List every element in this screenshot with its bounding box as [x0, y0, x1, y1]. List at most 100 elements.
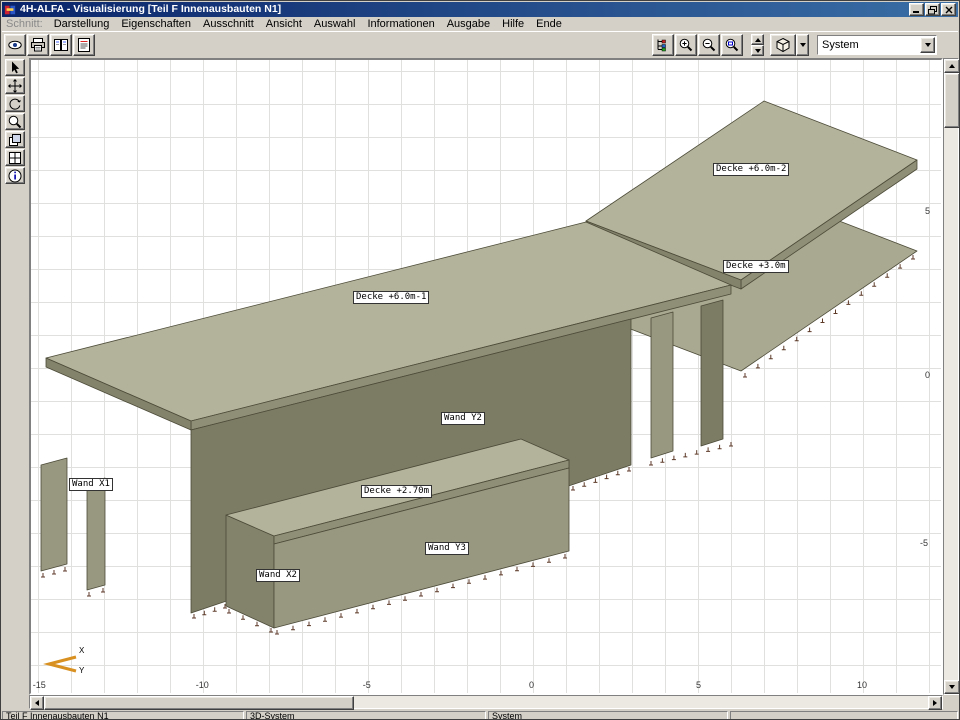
menu-item-ausgabe[interactable]: Ausgabe [441, 18, 496, 30]
rotate-icon [7, 96, 23, 112]
model-label: Wand Y3 [425, 542, 469, 555]
down-arrow-icon [755, 49, 761, 53]
wall-x1-face-2[interactable] [87, 478, 105, 590]
book-icon-button[interactable] [50, 34, 72, 56]
pan-icon [7, 78, 23, 94]
toolbar-left-group [4, 34, 95, 56]
side-tool-bar [2, 58, 29, 695]
grid-icon-button[interactable] [5, 149, 25, 166]
pier-wall-2[interactable] [701, 300, 723, 446]
dropdown-arrow-icon [925, 43, 931, 47]
report-icon [76, 37, 92, 53]
bottom-ruler-number: -5 [363, 680, 371, 690]
zoom-in-icon [678, 37, 694, 53]
restore-icon [927, 5, 938, 15]
spin-up-button[interactable] [751, 34, 764, 45]
status-bar: Teil F Innenausbauten N1 3D-System Syste… [2, 710, 958, 720]
spin-down-button[interactable] [751, 45, 764, 56]
model-label: Wand X2 [256, 569, 300, 582]
menu-item-ende[interactable]: Ende [530, 18, 568, 30]
horizontal-scroll-thumb[interactable] [44, 696, 354, 710]
layers-icon [7, 132, 23, 148]
pier-wall-1[interactable] [651, 312, 673, 458]
pointer-icon-button[interactable] [5, 59, 25, 76]
status-field-view: System [488, 711, 728, 720]
window-title: 4H-ALFA - Visualisierung [Teil F Innenau… [20, 2, 281, 17]
system-combobox-value: System [822, 39, 859, 51]
down-arrow-icon [949, 685, 955, 689]
minimize-button[interactable] [909, 3, 924, 16]
system-combobox[interactable]: System [817, 35, 937, 55]
bottom-ruler-number: 5 [696, 680, 701, 690]
structure-icon [655, 37, 671, 53]
app-window: 4H-ALFA - Visualisierung [Teil F Innenau… [0, 0, 960, 720]
report-icon-button[interactable] [73, 34, 95, 56]
menu-item-eigenschaften[interactable]: Eigenschaften [115, 18, 197, 30]
wall-x1-face-1[interactable] [41, 458, 67, 571]
pan-icon-button[interactable] [5, 77, 25, 94]
eye-icon [7, 37, 23, 53]
bottom-ruler-number: -15 [33, 680, 46, 690]
axis-indicator-arrow [49, 657, 76, 671]
menu-item-informationen[interactable]: Informationen [361, 18, 440, 30]
axonometry-view-button[interactable] [770, 34, 796, 56]
view-spinner [751, 34, 764, 56]
model-label: Decke +2.70m [361, 485, 432, 498]
right-ruler-number: 0 [925, 370, 930, 380]
drawing-canvas[interactable]: X Y Decke +6.0m-2Decke +3.0mDecke +6.0m-… [31, 60, 941, 693]
view-dropdown-button[interactable] [796, 34, 809, 56]
status-field-empty [730, 711, 958, 720]
up-arrow-icon [949, 64, 955, 68]
menu-item-schnitt-disabled: Schnitt: [2, 18, 48, 30]
bottom-left-filler [2, 695, 29, 709]
model-label: Wand Y2 [441, 412, 485, 425]
right-arrow-icon [933, 700, 937, 706]
close-button[interactable] [941, 3, 956, 16]
menu-item-ausschnitt[interactable]: Ausschnitt [197, 18, 260, 30]
zoom-out-icon [701, 37, 717, 53]
model-label: Decke +6.0m-1 [353, 291, 429, 304]
scroll-right-button[interactable] [928, 696, 942, 710]
right-ruler-number: 5 [925, 206, 930, 216]
menu-item-auswahl[interactable]: Auswahl [308, 18, 362, 30]
horizontal-scrollbar[interactable] [29, 695, 943, 709]
scene-svg [31, 60, 941, 693]
status-field-project: Teil F Innenausbauten N1 [2, 711, 244, 720]
zoom-window-icon-button[interactable] [721, 34, 743, 56]
zoom-out-icon-button[interactable] [698, 34, 720, 56]
vertical-scrollbar[interactable] [943, 58, 959, 695]
layers-icon-button[interactable] [5, 131, 25, 148]
app-icon [4, 4, 16, 16]
axonometry-icon [775, 37, 791, 53]
menu-item-hilfe[interactable]: Hilfe [496, 18, 530, 30]
info-icon-button[interactable] [5, 167, 25, 184]
toolbar-right-icons [652, 34, 743, 56]
up-arrow-icon [755, 38, 761, 42]
zoom-window-icon [724, 37, 740, 53]
eye-icon-button[interactable] [4, 34, 26, 56]
left-arrow-icon [35, 700, 39, 706]
book-icon [53, 37, 69, 53]
close-icon [944, 5, 954, 15]
pointer-icon [7, 60, 23, 76]
menu-item-darstellung[interactable]: Darstellung [48, 18, 116, 30]
system-combobox-arrow[interactable] [920, 37, 935, 53]
dropdown-arrow-icon [800, 43, 806, 47]
menu-item-ansicht[interactable]: Ansicht [260, 18, 308, 30]
right-ruler-number: -5 [920, 538, 928, 548]
restore-button[interactable] [925, 3, 940, 16]
structure-icon-button[interactable] [652, 34, 674, 56]
rotate-icon-button[interactable] [5, 95, 25, 112]
vertical-scroll-thumb[interactable] [944, 73, 960, 128]
model-label: Decke +6.0m-2 [713, 163, 789, 176]
info-icon [7, 168, 23, 184]
tool-bar: System [2, 31, 958, 58]
bottom-ruler-number: 10 [857, 680, 867, 690]
scroll-down-button[interactable] [944, 680, 960, 694]
scroll-left-button[interactable] [30, 696, 44, 710]
zoom-in-icon-button[interactable] [675, 34, 697, 56]
zoom-icon-button[interactable] [5, 113, 25, 130]
printer-icon-button[interactable] [27, 34, 49, 56]
canvas-frame: X Y Decke +6.0m-2Decke +3.0mDecke +6.0m-… [29, 58, 943, 695]
scroll-up-button[interactable] [944, 59, 960, 73]
